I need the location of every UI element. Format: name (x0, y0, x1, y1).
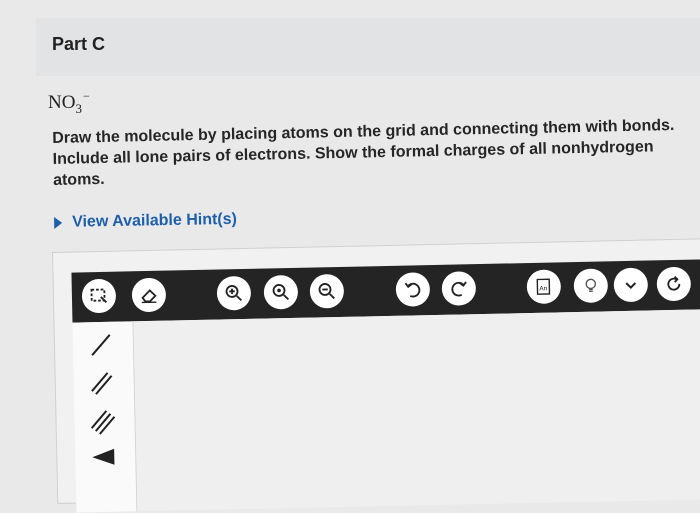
formula: NO3− (48, 89, 90, 116)
triple-bond-icon[interactable] (82, 406, 123, 437)
hint-link[interactable]: View Available Hint(s) (72, 211, 237, 232)
formula-base: NO (48, 92, 76, 113)
template-icon[interactable]: An (526, 269, 562, 305)
reset-icon[interactable] (656, 266, 692, 302)
zoom-reset-icon[interactable] (263, 274, 299, 310)
chevron-down-icon[interactable] (613, 267, 649, 303)
info-icon[interactable] (573, 268, 609, 304)
zoom-out-icon[interactable] (309, 273, 345, 309)
caret-right-icon (54, 216, 63, 229)
zoom-in-icon[interactable] (216, 275, 252, 311)
formula-charge: − (82, 89, 90, 103)
single-bond-icon[interactable] (81, 330, 122, 361)
double-bond-icon[interactable] (81, 368, 122, 399)
select-icon[interactable] (81, 278, 117, 314)
drawing-panel: An (52, 238, 700, 513)
drawing-canvas[interactable] (133, 309, 700, 512)
formula-subscript: 3 (75, 101, 82, 116)
bond-toolbar (72, 321, 138, 513)
undo-icon[interactable] (395, 272, 431, 307)
eraser-icon[interactable] (131, 277, 167, 313)
part-title: Part C (52, 34, 106, 54)
part-header (36, 18, 700, 76)
redo-icon[interactable] (441, 271, 477, 306)
question-instructions: Draw the molecule by placing atoms on th… (52, 116, 675, 189)
svg-text:An: An (539, 285, 547, 292)
hint-toggle[interactable]: View Available Hint(s) (54, 211, 237, 232)
wedge-bond-icon[interactable] (83, 442, 124, 473)
